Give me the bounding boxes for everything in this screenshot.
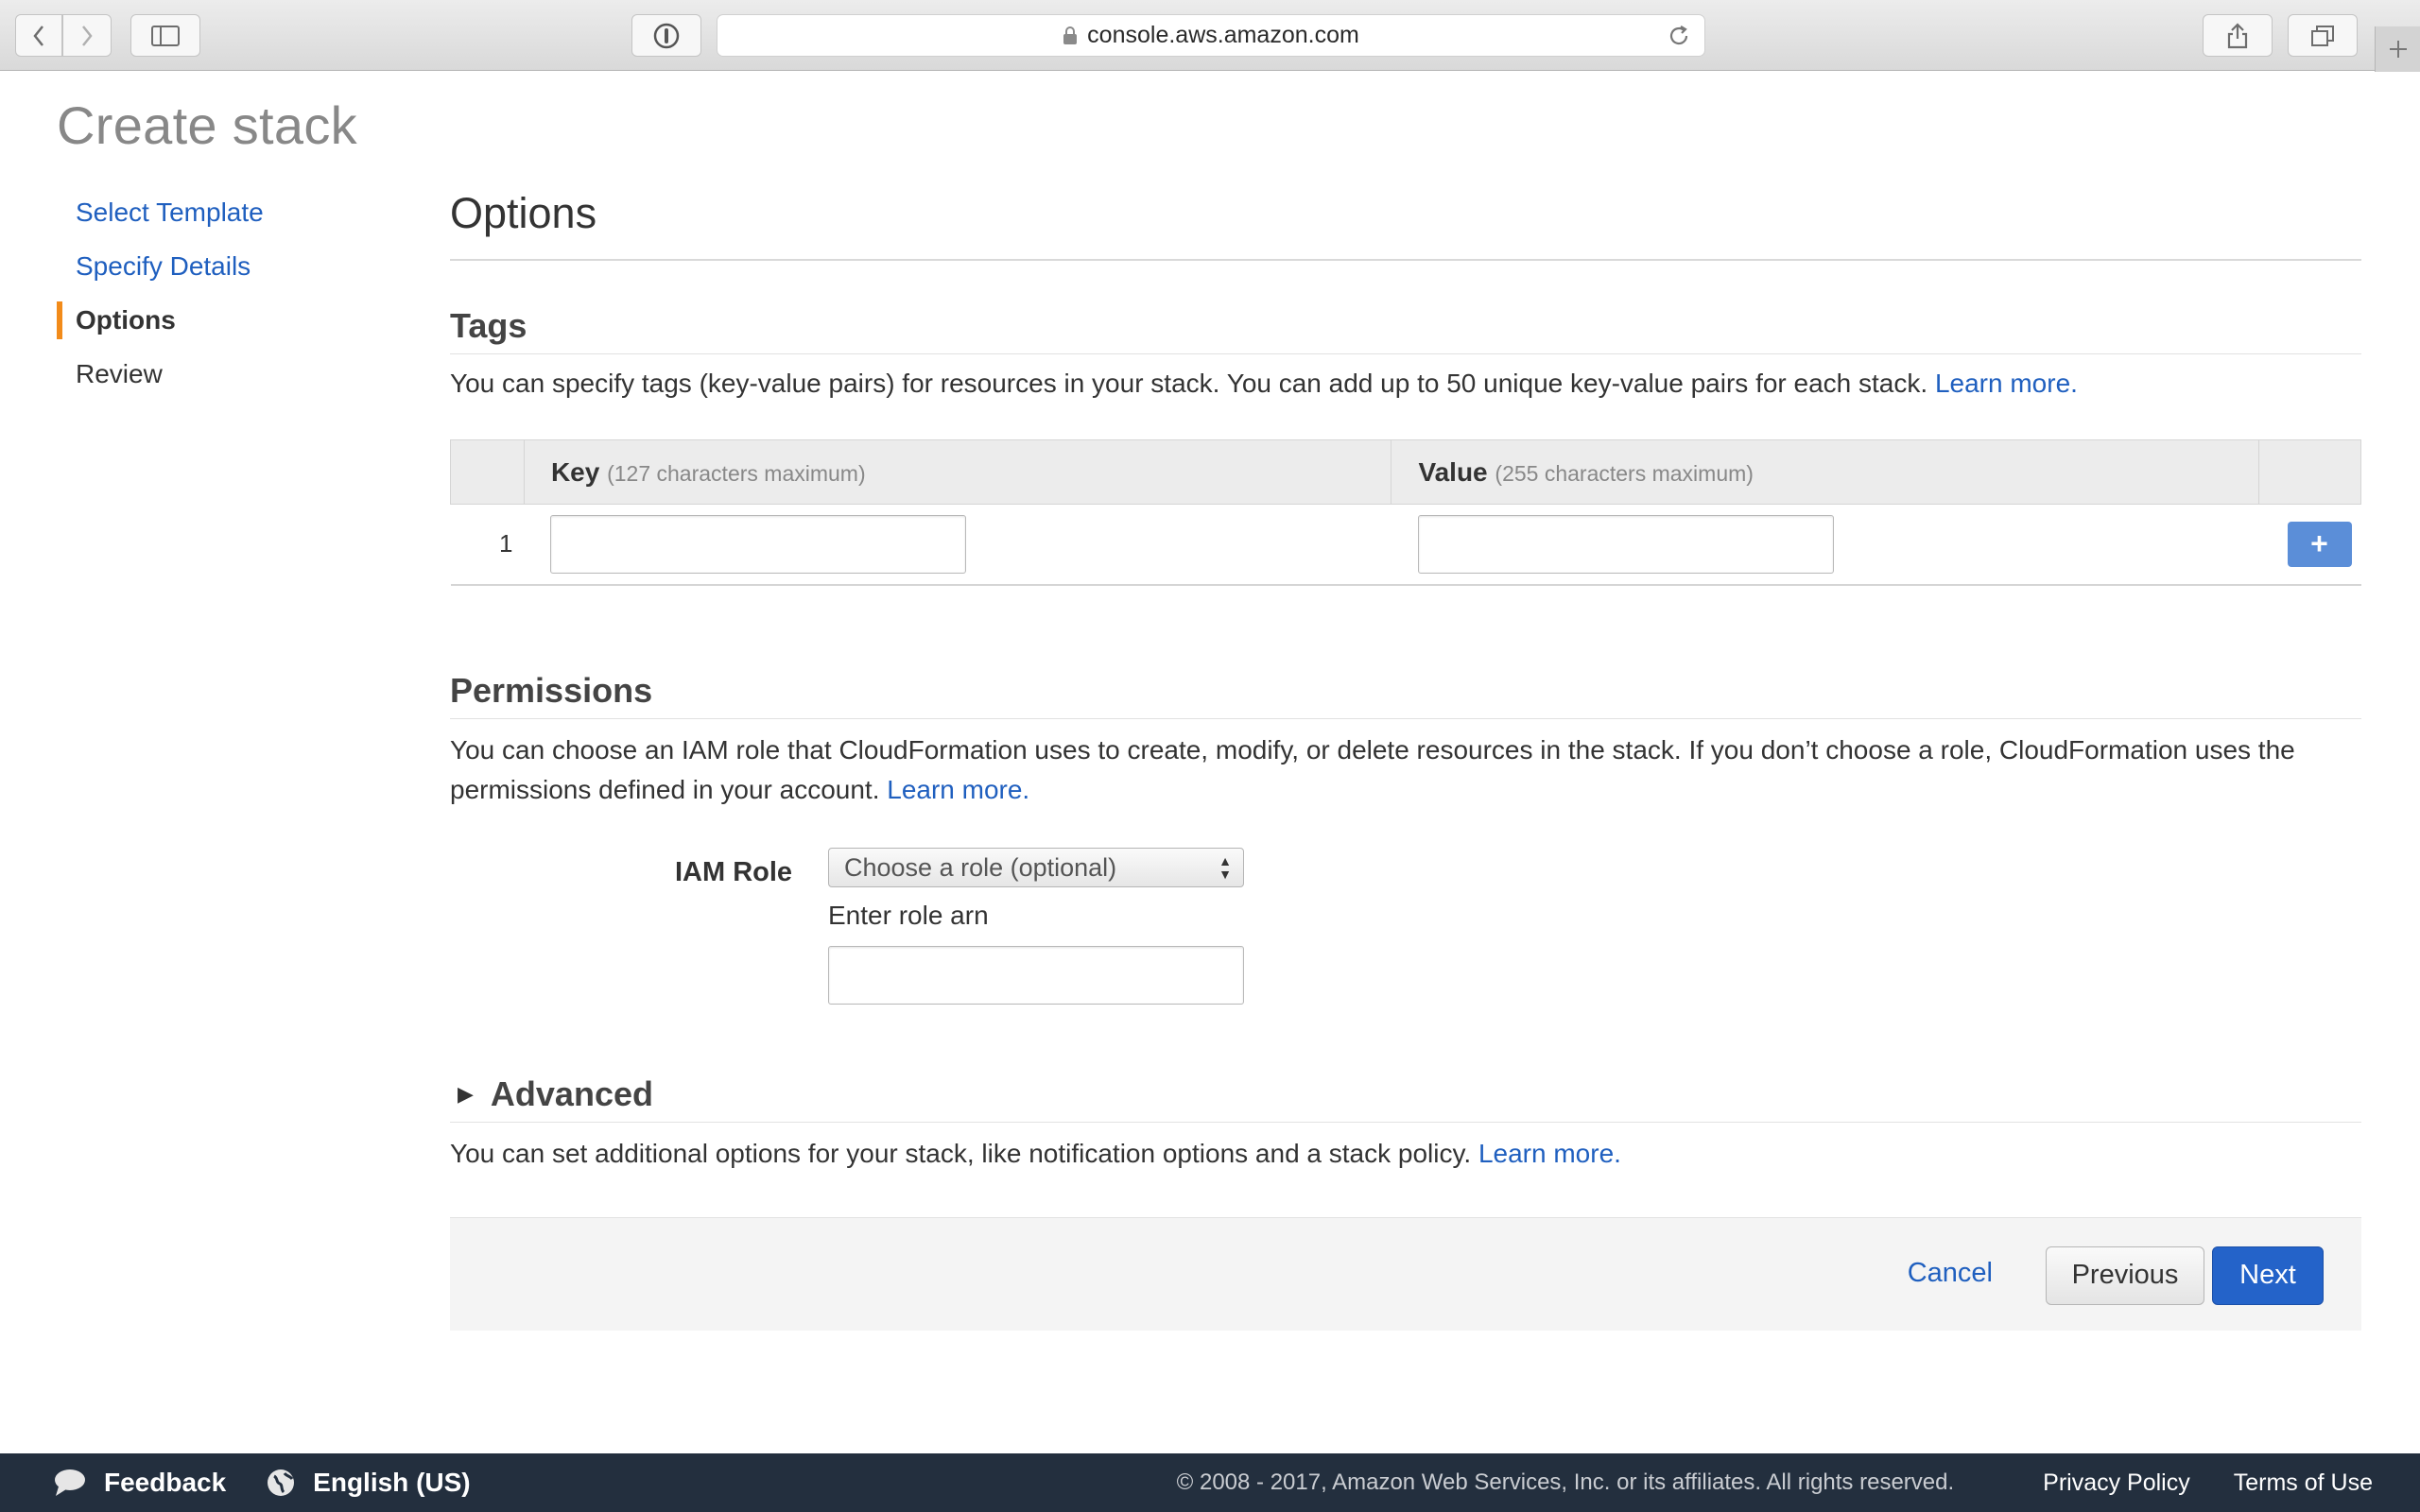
next-button[interactable]: Next [2212,1246,2324,1305]
add-cell: + [2258,504,2361,586]
advanced-learn-more-link[interactable]: Learn more. [1478,1139,1621,1168]
role-arn-input[interactable] [828,945,1244,1005]
language-selector[interactable]: English (US) [266,1468,471,1498]
tag-value-input[interactable] [1417,514,1834,574]
tags-table: Key (127 characters maximum) Value (255 … [450,439,2361,586]
terms-of-use-link[interactable]: Terms of Use [2234,1469,2373,1497]
browser-toolbar: console.aws.amazon.com [0,0,2420,72]
table-row: 1 + [450,504,2361,586]
language-label: English (US) [313,1468,471,1497]
permissions-learn-more-link[interactable]: Learn more. [887,775,1029,804]
value-column-header: Value (255 characters maximum) [1391,439,2259,505]
step-specify-details[interactable]: Specify Details [57,248,397,301]
back-button[interactable] [15,14,62,57]
tags-description-text: You can specify tags (key-value pairs) f… [450,369,1928,398]
copyright-text: © 2008 - 2017, Amazon Web Services, Inc.… [1176,1469,1955,1495]
step-review: Review [76,359,163,388]
advanced-description: You can set additional options for your … [450,1134,2361,1174]
share-button[interactable] [2203,14,2273,57]
lock-icon [1063,26,1078,44]
sidebar-icon [151,25,180,46]
row-number: 1 [450,504,525,586]
privacy-policy-link[interactable]: Privacy Policy [2043,1469,2190,1497]
url-text: console.aws.amazon.com [1087,22,1359,48]
feedback-button[interactable]: Feedback [53,1468,226,1498]
globe-icon [268,1469,295,1496]
value-cell [1391,504,2259,586]
cancel-button[interactable]: Cancel [1908,1258,1993,1289]
add-tag-button[interactable]: + [2287,521,2352,567]
speech-bubble-icon [55,1469,85,1496]
tag-key-input[interactable] [550,514,967,574]
select-arrows-icon: ▲ ▼ [1219,852,1232,882]
permissions-description-text: You can choose an IAM role that CloudFor… [450,734,2295,804]
feedback-label: Feedback [104,1468,227,1497]
advanced-heading: Advanced [490,1074,653,1113]
tabs-button[interactable] [2288,14,2358,57]
permissions-heading: Permissions [450,671,2361,719]
sidebar-toggle-button[interactable] [130,14,200,57]
expand-triangle-icon: ▶ [458,1081,474,1106]
tags-learn-more-link[interactable]: Learn more. [1935,369,2078,398]
row-number-header [450,439,525,505]
value-header-label: Value [1418,456,1488,487]
step-options: Options [57,301,397,355]
tags-heading: Tags [450,306,2361,354]
key-header-hint: (127 characters maximum) [607,460,866,486]
iam-role-row: IAM Role Choose a role (optional) ▲ ▼ Ent… [450,847,2361,1027]
iam-role-selected-value: Choose a role (optional) [844,852,1117,882]
key-header-label: Key [550,456,600,487]
value-header-hint: (255 characters maximum) [1495,460,1754,486]
advanced-description-text: You can set additional options for your … [450,1138,1472,1168]
previous-button[interactable]: Previous [2046,1246,2204,1305]
actions-column-header [2258,439,2361,505]
advanced-toggle[interactable]: ▶ Advanced [450,1074,2361,1123]
reload-icon[interactable] [1667,24,1691,48]
wizard-actions: Cancel Previous Next [450,1216,2361,1331]
iam-role-label: IAM Role [675,856,793,887]
wizard-steps: Select Template Specify Details Options … [57,194,397,409]
forward-button[interactable] [62,14,112,57]
key-cell [524,504,1392,586]
permissions-description: You can choose an IAM role that CloudFor… [450,730,2361,810]
role-arn-label: Enter role arn [828,900,989,930]
console-footer: Feedback English (US) © 2008 - 2017, Ama… [0,1453,2420,1512]
address-bar[interactable]: console.aws.amazon.com [717,14,1705,57]
key-column-header: Key (127 characters maximum) [523,439,1392,505]
options-heading: Options [450,189,2361,261]
step-select-template[interactable]: Select Template [57,194,397,248]
iam-role-select[interactable]: Choose a role (optional) ▲ ▼ [828,847,1244,887]
chevron-left-icon [33,25,43,46]
tags-description: You can specify tags (key-value pairs) f… [450,364,2361,404]
chevron-right-icon [82,25,93,46]
options-panel: Options Tags You can specify tags (key-v… [450,189,2361,1331]
plus-icon [2389,41,2407,58]
key-circle-icon [653,23,680,48]
new-tab-button[interactable] [2375,26,2420,72]
page-title: Create stack [57,95,357,155]
tabs-icon [2311,25,2334,46]
share-icon [2227,22,2248,48]
password-button[interactable] [631,14,701,57]
